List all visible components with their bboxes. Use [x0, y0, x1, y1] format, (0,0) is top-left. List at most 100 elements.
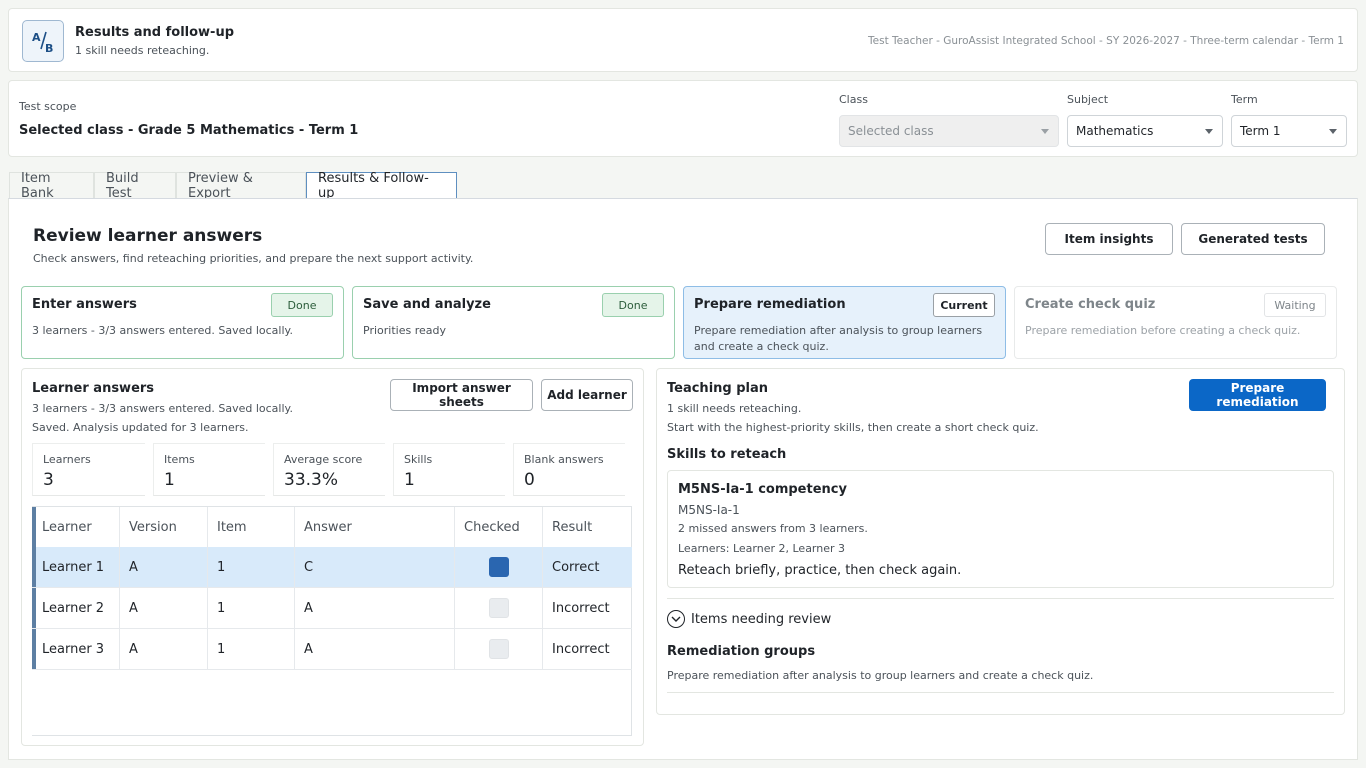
learner-answers-table: Learner Version Item Answer Checked Resu…	[32, 506, 632, 736]
checked-checkbox[interactable]	[488, 557, 509, 577]
tab-preview-export[interactable]: Preview & Export	[176, 171, 306, 201]
skill-code: M5NS-Ia-1	[678, 503, 740, 517]
table-row[interactable]: Learner 1 A 1 C Correct	[32, 547, 632, 588]
scope-label: Test scope	[19, 100, 77, 113]
tab-item-bank[interactable]: Item Bank	[9, 171, 94, 201]
checked-checkbox[interactable]	[488, 598, 509, 618]
step-enter-answers: Enter answers Done 3 learners - 3/3 answ…	[21, 286, 344, 359]
version-cell: A	[120, 588, 208, 628]
skill-learners: Learners: Learner 2, Learner 3	[678, 542, 846, 555]
learner-cell: Learner 2	[32, 588, 120, 628]
column-header[interactable]: Result	[543, 507, 632, 547]
skill-advice: Reteach briefly, practice, then check ag…	[678, 563, 962, 578]
prepare-remediation-button[interactable]: Prepare remediation	[1189, 379, 1326, 411]
item-cell: 1	[208, 547, 295, 587]
stat-items: Items 1	[153, 443, 265, 496]
review-subtitle: Check answers, find reteaching prioritie…	[33, 252, 474, 265]
page-subtitle: 1 skill needs reteaching.	[75, 44, 210, 57]
stat-blank-answers: Blank answers 0	[513, 443, 625, 496]
step-prepare-remediation: Prepare remediation Current Prepare reme…	[683, 286, 1006, 359]
table-row[interactable]: Learner 2 A 1 A Incorrect	[32, 588, 632, 629]
stat-label: Average score	[284, 453, 363, 466]
chevron-down-icon	[1329, 129, 1337, 134]
generated-tests-button[interactable]: Generated tests	[1181, 223, 1325, 255]
test-scope-panel: Test scope Selected class - Grade 5 Math…	[8, 80, 1358, 157]
skills-to-reteach-title: Skills to reteach	[667, 447, 787, 462]
learner-cell: Learner 3	[32, 629, 120, 669]
result-cell: Incorrect	[552, 641, 610, 657]
answer-cell[interactable]: A	[295, 588, 455, 628]
context-line: Test Teacher - GuroAssist Integrated Sch…	[868, 35, 1344, 47]
chevron-down-icon	[1041, 129, 1049, 134]
column-header[interactable]: Learner	[32, 507, 120, 547]
plan-summary: 1 skill needs reteaching.	[667, 402, 802, 415]
stat-label: Items	[164, 453, 195, 466]
stat-label: Blank answers	[524, 453, 604, 466]
import-answer-sheets-button[interactable]: Import answer sheets	[390, 379, 533, 411]
subject-select[interactable]: Mathematics	[1067, 115, 1223, 147]
subject-label: Subject	[1067, 93, 1109, 106]
column-header[interactable]: Checked	[455, 507, 543, 547]
divider	[667, 598, 1334, 599]
item-cell: 1	[208, 588, 295, 628]
term-select-value: Term 1	[1240, 124, 1281, 138]
step-desc: Prepare remediation after analysis to gr…	[694, 324, 983, 353]
subject-select-value: Mathematics	[1076, 124, 1154, 138]
tab-results-follow-up[interactable]: Results & Follow-up	[306, 171, 457, 201]
remediation-groups-title: Remediation groups	[667, 644, 816, 659]
result-cell: Correct	[552, 559, 600, 575]
step-desc: 3 learners - 3/3 answers entered. Saved …	[32, 324, 293, 337]
answer-cell[interactable]: A	[295, 629, 455, 669]
answers-status: 3 learners - 3/3 answers entered. Saved …	[32, 402, 293, 415]
step-title: Save and analyze	[363, 297, 491, 312]
column-header[interactable]: Version	[120, 507, 208, 547]
analysis-status: Saved. Analysis updated for 3 learners.	[32, 421, 249, 434]
scope-value: Selected class - Grade 5 Mathematics - T…	[19, 123, 359, 138]
page-title: Results and follow-up	[75, 25, 235, 40]
stat-value: 0	[524, 470, 535, 490]
stat-average-score: Average score 33.3%	[273, 443, 385, 496]
item-insights-button[interactable]: Item insights	[1045, 223, 1173, 255]
stat-value: 1	[404, 470, 415, 490]
column-header[interactable]: Answer	[295, 507, 455, 547]
step-title: Prepare remediation	[694, 297, 846, 312]
table-row[interactable]: Learner 3 A 1 A Incorrect	[32, 629, 632, 670]
step-title: Create check quiz	[1025, 297, 1156, 312]
app-logo-icon: A B	[22, 20, 64, 62]
version-cell: A	[120, 629, 208, 669]
stat-value: 1	[164, 470, 175, 490]
column-header[interactable]: Item	[208, 507, 295, 547]
svg-text:B: B	[45, 42, 53, 55]
add-learner-button[interactable]: Add learner	[541, 379, 633, 411]
skill-name: M5NS-Ia-1 competency	[678, 482, 847, 497]
class-label: Class	[839, 93, 868, 106]
result-cell: Incorrect	[552, 600, 610, 616]
status-badge: Done	[271, 293, 333, 317]
teaching-plan-title: Teaching plan	[667, 381, 769, 396]
item-cell: 1	[208, 629, 295, 669]
answer-cell[interactable]: C	[295, 547, 455, 587]
status-badge: Waiting	[1264, 293, 1326, 317]
tab-build-test[interactable]: Build Test	[94, 171, 176, 201]
skill-missed: 2 missed answers from 3 learners.	[678, 522, 868, 535]
remediation-groups-desc: Prepare remediation after analysis to gr…	[667, 669, 1094, 682]
table-header-row: Learner Version Item Answer Checked Resu…	[32, 507, 632, 548]
divider	[667, 692, 1334, 693]
class-select[interactable]: Selected class	[839, 115, 1059, 147]
plan-guidance: Start with the highest-priority skills, …	[667, 421, 1039, 434]
term-label: Term	[1231, 93, 1258, 106]
learner-cell: Learner 1	[32, 547, 120, 587]
status-badge: Done	[602, 293, 664, 317]
stat-value: 33.3%	[284, 470, 339, 490]
status-badge: Current	[933, 293, 995, 317]
chevron-down-icon	[1205, 129, 1213, 134]
items-needing-review-toggle[interactable]: Items needing review	[667, 610, 831, 628]
app-header: A B Results and follow-up 1 skill needs …	[8, 8, 1358, 72]
checked-checkbox[interactable]	[488, 639, 509, 659]
step-desc: Prepare remediation before creating a ch…	[1025, 324, 1301, 337]
stat-value: 3	[43, 470, 54, 490]
items-needing-review-label: Items needing review	[691, 611, 832, 627]
step-desc: Priorities ready	[363, 324, 446, 337]
term-select[interactable]: Term 1	[1231, 115, 1347, 147]
checked-cell	[455, 629, 543, 669]
